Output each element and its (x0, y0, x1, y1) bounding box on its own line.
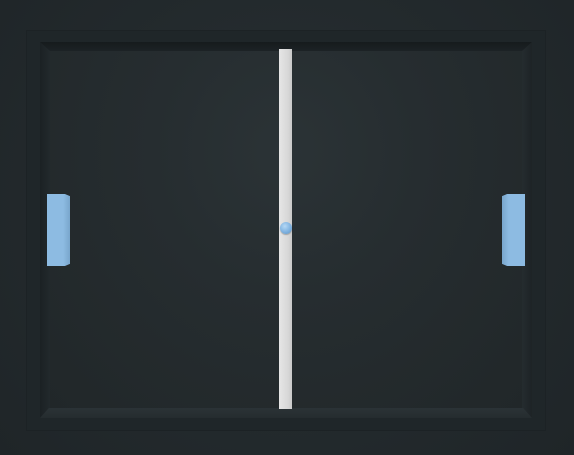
ball (280, 222, 292, 234)
right-paddle-face (502, 194, 525, 266)
frame-bottom-wall (40, 408, 532, 418)
left-paddle[interactable] (47, 194, 70, 266)
game-scene (0, 0, 574, 455)
left-paddle-face (47, 194, 70, 266)
right-paddle[interactable] (502, 194, 525, 266)
